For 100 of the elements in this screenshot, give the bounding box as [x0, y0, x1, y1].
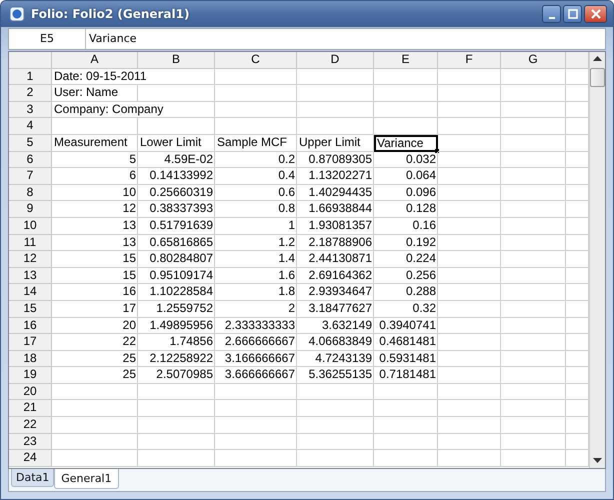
table-cell[interactable]: 1.2559752: [138, 300, 215, 318]
table-cell[interactable]: [438, 152, 501, 168]
table-cell[interactable]: [215, 417, 297, 434]
table-cell[interactable]: [215, 450, 297, 467]
row-header[interactable]: 3: [9, 102, 52, 118]
table-cell[interactable]: [501, 400, 566, 418]
table-cell[interactable]: [501, 417, 566, 434]
table-cell[interactable]: 2.69164362: [297, 268, 374, 284]
table-cell[interactable]: 2: [215, 300, 297, 318]
table-cell[interactable]: [138, 434, 215, 450]
table-cell[interactable]: [438, 284, 501, 301]
table-cell[interactable]: [374, 102, 438, 118]
table-cell[interactable]: [297, 450, 374, 467]
table-cell[interactable]: 2.5070985: [138, 367, 215, 384]
table-cell[interactable]: 0.192: [374, 234, 438, 252]
row-header[interactable]: 1: [9, 68, 52, 86]
table-cell[interactable]: [438, 400, 501, 418]
table-cell[interactable]: [438, 201, 501, 218]
table-cell[interactable]: 0.95109174: [138, 268, 215, 284]
maximize-button[interactable]: [563, 5, 582, 23]
row-header[interactable]: 23: [9, 434, 52, 450]
table-cell[interactable]: 0.4: [215, 168, 297, 185]
table-cell[interactable]: [297, 417, 374, 434]
table-cell[interactable]: 1.8: [215, 284, 297, 301]
row-header[interactable]: 8: [9, 184, 52, 202]
column-header[interactable]: A: [52, 52, 138, 69]
table-cell[interactable]: 10: [52, 184, 138, 202]
table-cell[interactable]: Lower Limit: [138, 134, 215, 152]
corner-header[interactable]: [9, 52, 52, 69]
table-cell[interactable]: [501, 118, 566, 135]
table-cell[interactable]: 1.49895956: [138, 318, 215, 334]
table-cell[interactable]: 0.32: [374, 300, 438, 318]
table-cell[interactable]: [501, 384, 566, 400]
table-cell[interactable]: 5: [52, 152, 138, 168]
table-cell[interactable]: [215, 102, 297, 118]
table-cell[interactable]: 2.93934647: [297, 284, 374, 301]
table-cell[interactable]: 0.288: [374, 284, 438, 301]
column-header[interactable]: F: [438, 52, 501, 69]
table-cell[interactable]: [438, 218, 501, 235]
table-cell[interactable]: [52, 118, 138, 135]
table-cell[interactable]: [438, 434, 501, 450]
row-header[interactable]: 12: [9, 251, 52, 268]
table-cell[interactable]: 1.40294435: [297, 184, 374, 202]
table-cell[interactable]: 6: [52, 168, 138, 185]
table-cell[interactable]: [297, 384, 374, 400]
table-cell[interactable]: [374, 400, 438, 418]
row-header[interactable]: 18: [9, 350, 52, 368]
table-cell[interactable]: 4.06683849: [297, 334, 374, 351]
table-cell[interactable]: 3.632149: [297, 318, 374, 334]
table-cell[interactable]: [297, 102, 374, 118]
table-cell[interactable]: [374, 417, 438, 434]
table-cell[interactable]: 16: [52, 284, 138, 301]
table-cell[interactable]: Measurement: [52, 134, 138, 152]
table-cell[interactable]: 0.7181481: [374, 367, 438, 384]
table-cell[interactable]: [501, 85, 566, 102]
table-cell[interactable]: [374, 85, 438, 102]
table-cell[interactable]: 2.44130871: [297, 251, 374, 268]
row-header[interactable]: 14: [9, 284, 52, 301]
table-cell[interactable]: 15: [52, 268, 138, 284]
table-cell[interactable]: 1.74856: [138, 334, 215, 351]
table-cell[interactable]: [438, 268, 501, 284]
table-cell[interactable]: [215, 400, 297, 418]
scroll-thumb[interactable]: [590, 68, 605, 87]
table-cell[interactable]: 25: [52, 367, 138, 384]
table-cell[interactable]: [438, 102, 501, 118]
close-button[interactable]: [584, 5, 607, 23]
table-cell[interactable]: [297, 118, 374, 135]
table-cell[interactable]: [501, 318, 566, 334]
table-cell[interactable]: [438, 234, 501, 252]
table-cell[interactable]: 0.064: [374, 168, 438, 185]
table-cell[interactable]: [52, 417, 138, 434]
table-cell[interactable]: [297, 400, 374, 418]
table-cell[interactable]: [215, 68, 297, 86]
table-cell[interactable]: 3.18477627: [297, 300, 374, 318]
table-cell[interactable]: [501, 334, 566, 351]
table-cell[interactable]: 0.8: [215, 201, 297, 218]
table-cell[interactable]: 1.66938844: [297, 201, 374, 218]
table-cell[interactable]: [138, 85, 215, 102]
table-cell[interactable]: [138, 450, 215, 467]
table-cell[interactable]: [501, 68, 566, 86]
table-cell[interactable]: [438, 118, 501, 135]
table-cell[interactable]: [501, 350, 566, 368]
table-cell[interactable]: [501, 434, 566, 450]
table-cell[interactable]: [501, 367, 566, 384]
table-cell[interactable]: [374, 450, 438, 467]
table-cell[interactable]: [438, 318, 501, 334]
table-cell[interactable]: 0.80284807: [138, 251, 215, 268]
table-cell[interactable]: 2.333333333: [215, 318, 297, 334]
table-cell[interactable]: [215, 85, 297, 102]
sheet-tab[interactable]: Data1: [11, 469, 54, 487]
row-header[interactable]: 20: [9, 384, 52, 400]
table-cell[interactable]: [438, 450, 501, 467]
table-cell[interactable]: 0.3940741: [374, 318, 438, 334]
table-cell[interactable]: 3.666666667: [215, 367, 297, 384]
column-header[interactable]: E: [374, 52, 438, 69]
table-cell[interactable]: [501, 234, 566, 252]
table-cell[interactable]: [297, 434, 374, 450]
table-cell[interactable]: [138, 384, 215, 400]
table-cell[interactable]: 0.096: [374, 184, 438, 202]
table-cell[interactable]: [374, 384, 438, 400]
